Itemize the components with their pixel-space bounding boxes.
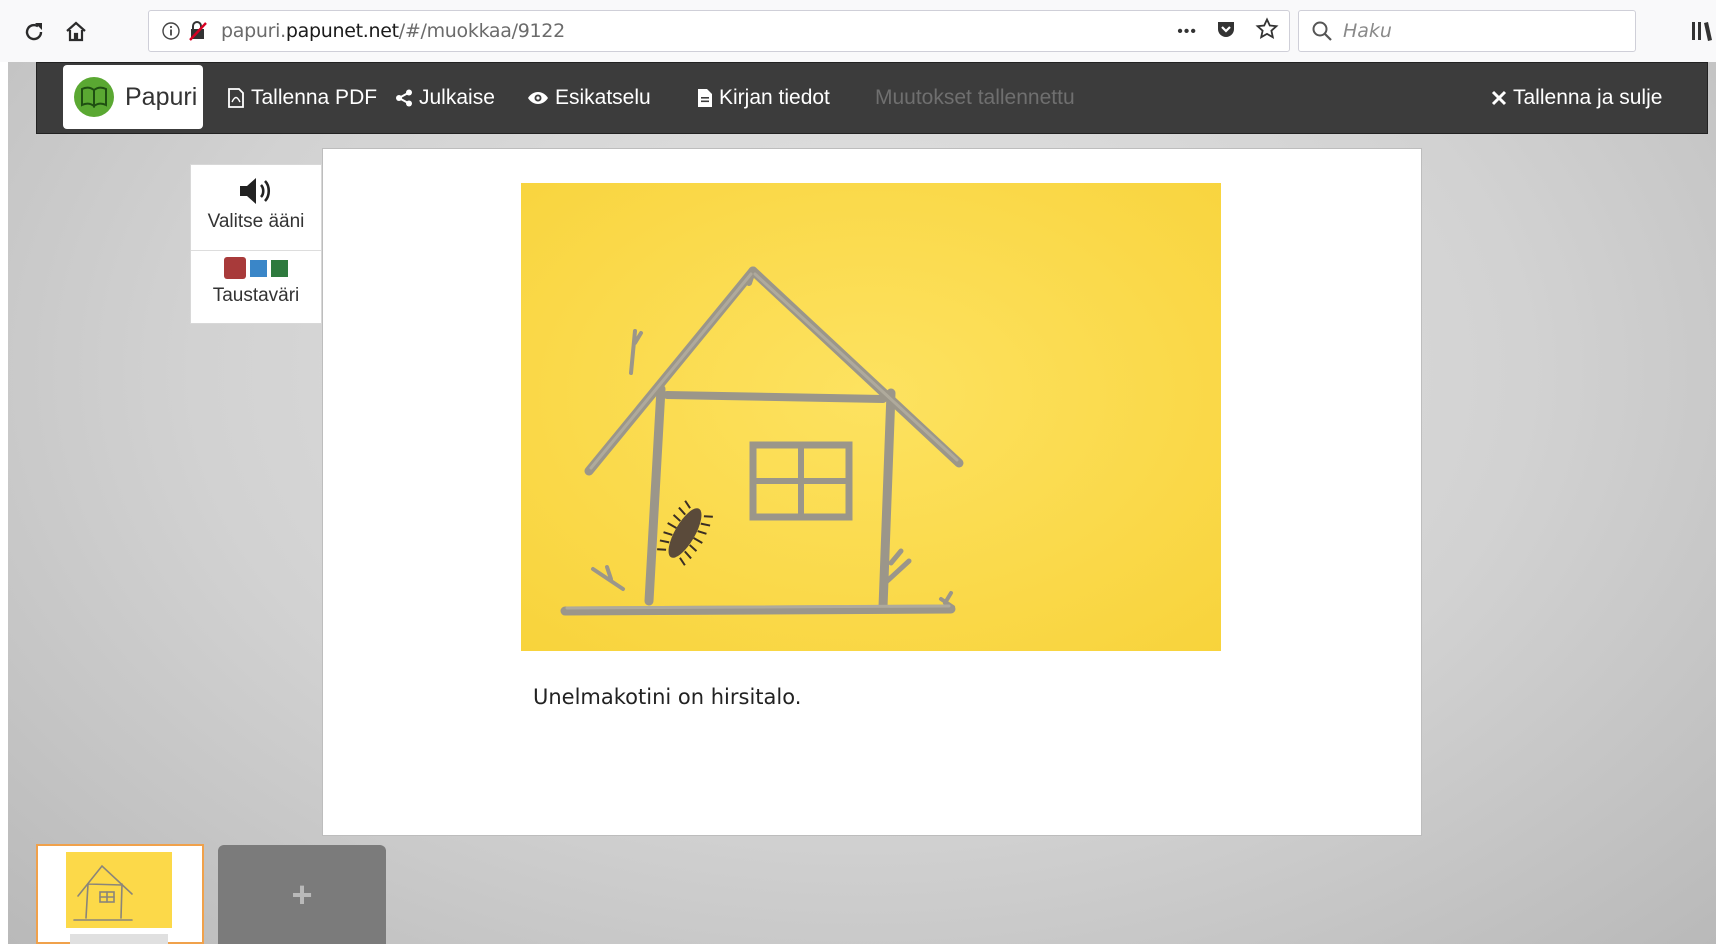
plus-icon: + <box>291 873 313 915</box>
tool-divider <box>191 250 321 251</box>
save-pdf-label: Tallenna PDF <box>251 86 378 109</box>
library-icon[interactable] <box>1690 18 1716 44</box>
page-thumbnail-label <box>70 934 168 944</box>
add-page-button[interactable]: + <box>218 845 386 944</box>
papuri-logo-icon <box>74 77 114 117</box>
share-icon <box>396 89 412 107</box>
book-info-button[interactable]: Kirjan tiedot <box>697 63 830 133</box>
swatch-red <box>224 257 246 279</box>
side-tools-panel: Valitse ääni Taustaväri <box>190 164 322 324</box>
swatch-blue <box>250 259 267 277</box>
pocket-icon[interactable] <box>1215 18 1237 45</box>
background-color-label: Taustaväri <box>212 285 300 306</box>
page-caption[interactable]: Unelmakotini on hirsitalo. <box>533 685 801 709</box>
search-box[interactable]: Haku <box>1298 10 1636 52</box>
publish-label: Julkaise <box>419 86 495 109</box>
search-placeholder: Haku <box>1343 20 1392 42</box>
browser-toolbar: papuri.papunet.net/#/muokkaa/9122 ••• Ha… <box>0 0 1716 62</box>
pdf-file-icon <box>228 88 244 108</box>
document-icon <box>698 89 712 107</box>
papuri-brand[interactable]: Papuri <box>63 65 203 129</box>
house-photo[interactable] <box>521 183 1221 651</box>
close-icon <box>1491 90 1507 106</box>
save-status: Muutokset tallennettu <box>875 86 1075 109</box>
insecure-lock-icon[interactable] <box>187 20 209 42</box>
color-swatches-icon <box>224 257 288 279</box>
speaker-icon <box>240 178 271 204</box>
preview-button[interactable]: Esikatselu <box>527 63 651 133</box>
page-actions-icon[interactable]: ••• <box>1177 23 1197 41</box>
url-text[interactable]: papuri.papunet.net/#/muokkaa/9122 <box>221 20 565 42</box>
swatch-green <box>271 259 288 277</box>
save-and-close-label: Tallenna ja sulje <box>1513 86 1663 109</box>
choose-sound-label: Valitse ääni <box>207 211 305 232</box>
site-info-icon[interactable] <box>161 21 181 41</box>
choose-sound-button[interactable]: Valitse ääni <box>191 175 321 233</box>
app-toolbar: Papuri Tallenna PDF Julkaise Esikatselu … <box>36 62 1708 134</box>
preview-label: Esikatselu <box>555 86 651 109</box>
address-bar[interactable]: papuri.papunet.net/#/muokkaa/9122 ••• <box>148 10 1290 52</box>
page-thumbnail-1[interactable] <box>36 844 204 944</box>
save-pdf-button[interactable]: Tallenna PDF <box>227 63 377 133</box>
eye-icon <box>528 92 548 104</box>
background-color-button[interactable]: Taustaväri <box>191 257 321 307</box>
brand-name: Papuri <box>125 82 198 111</box>
publish-button[interactable]: Julkaise <box>395 63 495 133</box>
reload-icon[interactable] <box>20 18 48 46</box>
bookmark-star-icon[interactable] <box>1255 17 1279 46</box>
search-icon <box>1311 20 1333 42</box>
home-icon[interactable] <box>62 18 90 46</box>
book-info-label: Kirjan tiedot <box>719 86 830 109</box>
page-thumbnail-image <box>66 852 172 928</box>
book-page-canvas[interactable]: Unelmakotini on hirsitalo. <box>322 148 1422 836</box>
save-and-close-button[interactable]: Tallenna ja sulje <box>1491 63 1662 133</box>
